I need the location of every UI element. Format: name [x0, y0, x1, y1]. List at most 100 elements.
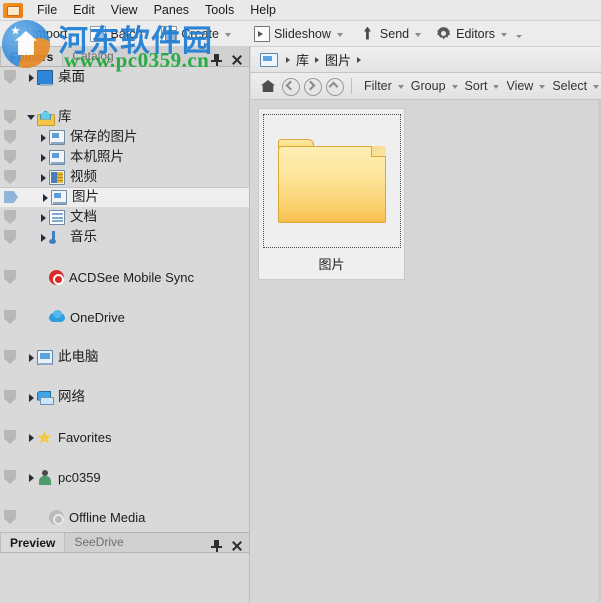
rating-badge-icon[interactable] [4, 170, 16, 184]
tab-folders[interactable]: Folders [0, 46, 64, 66]
rating-badge-icon[interactable] [4, 230, 16, 244]
rating-badge-icon[interactable] [4, 510, 16, 524]
rating-badge-icon[interactable] [4, 470, 16, 484]
send-chevron-down-icon[interactable] [415, 32, 422, 37]
sort-label: Sort [464, 79, 488, 93]
tree-item-label: OneDrive [70, 309, 125, 325]
back-icon[interactable] [280, 76, 300, 96]
tree-item-OneDrive[interactable]: OneDrive [0, 307, 249, 327]
chevron-right-icon[interactable] [26, 352, 37, 363]
menu-bar: File Edit View Panes Tools Help [0, 0, 601, 21]
pin-icon[interactable] [211, 540, 222, 552]
chevron-right-icon[interactable] [26, 472, 37, 483]
view-chevron-down-icon[interactable] [539, 85, 546, 89]
tree-item-桌面[interactable]: 桌面 [0, 67, 249, 87]
chevron-right-icon[interactable] [38, 232, 49, 243]
slideshow-chevron-down-icon[interactable] [336, 32, 343, 37]
send-button[interactable]: Send [356, 22, 424, 46]
home-icon[interactable] [258, 76, 278, 96]
editors-button[interactable]: Editors [432, 22, 510, 46]
chevron-right-icon[interactable] [26, 72, 37, 83]
import-icon [12, 25, 28, 42]
tab-seedrive[interactable]: SeeDrive [65, 533, 132, 552]
rating-badge-icon[interactable] [4, 70, 16, 84]
thumbnail-grid[interactable]: 图片 [251, 100, 601, 602]
slideshow-button[interactable]: Slideshow [250, 22, 346, 46]
sort-button[interactable]: Sort [460, 75, 502, 97]
tab-catalog[interactable]: Catalog [63, 47, 122, 66]
toolbar-overflow-chevron-down-icon[interactable] [516, 35, 523, 38]
rating-badge-icon[interactable] [4, 210, 16, 224]
tree-item-本机照片[interactable]: 本机照片 [0, 147, 249, 167]
tab-preview[interactable]: Preview [0, 532, 66, 552]
tree-item-音乐[interactable]: 音乐 [0, 227, 249, 247]
pin-icon[interactable] [211, 54, 222, 66]
rating-badge-icon[interactable] [4, 191, 18, 203]
tree-item-Offline Media[interactable]: Offline Media [0, 507, 249, 527]
close-icon[interactable] [231, 540, 243, 552]
tree-item-网络[interactable]: 网络 [0, 387, 249, 407]
tree-item-此电脑[interactable]: 此电脑 [0, 347, 249, 367]
select-button[interactable]: Select [547, 75, 601, 97]
list-item[interactable]: 图片 [258, 108, 405, 280]
breadcrumb-segment-pictures[interactable]: 图片 [325, 50, 351, 69]
menu-item-tools[interactable]: Tools [197, 2, 242, 19]
rating-badge-icon[interactable] [4, 430, 16, 444]
chevron-right-icon[interactable] [38, 212, 49, 223]
rating-badge-icon[interactable] [4, 390, 16, 404]
view-button[interactable]: View [501, 75, 547, 97]
create-button[interactable]: Create [157, 22, 234, 46]
chevron-right-icon[interactable] [40, 192, 51, 203]
chevron-right-icon[interactable] [38, 132, 49, 143]
menu-item-view[interactable]: View [103, 2, 146, 19]
editors-chevron-down-icon[interactable] [501, 32, 508, 37]
menu-item-panes[interactable]: Panes [146, 2, 197, 19]
bottom-panel-tab-tools [211, 540, 249, 552]
rating-badge-icon[interactable] [4, 150, 16, 164]
tree-item-视频[interactable]: 视频 [0, 167, 249, 187]
document-icon [49, 209, 65, 225]
tree-item-Favorites[interactable]: Favorites [0, 427, 249, 447]
folder-tree[interactable]: 桌面库保存的图片 本机照片 视频 图片 文档 音乐 ACDSee Mobile Sync On… [0, 67, 249, 531]
menu-item-file[interactable]: File [29, 2, 65, 19]
rating-badge-icon[interactable] [4, 270, 16, 284]
offline-media-icon [49, 509, 64, 525]
filter-button[interactable]: Filter [359, 75, 406, 97]
close-icon[interactable] [231, 54, 243, 66]
tree-item-ACDSee Mobile Sync[interactable]: ACDSee Mobile Sync [0, 267, 249, 287]
create-chevron-down-icon[interactable] [224, 32, 231, 37]
batch-button[interactable]: Batch [86, 22, 145, 46]
tree-item-文档[interactable]: 文档 [0, 207, 249, 227]
sort-chevron-down-icon[interactable] [493, 85, 500, 89]
up-icon[interactable] [324, 76, 344, 96]
rating-badge-icon[interactable] [4, 350, 16, 364]
forward-icon[interactable] [302, 76, 322, 96]
filter-chevron-down-icon[interactable] [397, 85, 404, 89]
breadcrumb-segment-library[interactable]: 库 [296, 50, 309, 69]
chevron-right-icon[interactable] [26, 392, 37, 403]
video-icon [49, 169, 65, 185]
tree-item-库[interactable]: 库 [0, 107, 249, 127]
menu-item-edit[interactable]: Edit [65, 2, 103, 19]
group-chevron-down-icon[interactable] [451, 85, 458, 89]
tree-item-图片[interactable]: 图片 [0, 187, 249, 207]
chevron-right-icon[interactable] [26, 432, 37, 443]
select-chevron-down-icon[interactable] [593, 85, 600, 89]
chevron-down-icon[interactable] [26, 112, 37, 123]
rating-badge-icon[interactable] [4, 110, 16, 124]
rating-badge-icon[interactable] [4, 310, 16, 324]
chevron-right-icon[interactable] [38, 152, 49, 163]
menu-item-help[interactable]: Help [242, 2, 284, 19]
import-button[interactable]: Import [8, 22, 70, 46]
rating-badge-icon[interactable] [4, 130, 16, 144]
batch-icon [90, 25, 107, 42]
chevron-right-icon[interactable] [38, 172, 49, 183]
pictures-icon [49, 129, 65, 145]
computer-icon[interactable] [260, 52, 278, 67]
group-button[interactable]: Group [406, 75, 460, 97]
tree-item-保存的图片[interactable]: 保存的图片 [0, 127, 249, 147]
group-label: Group [410, 79, 446, 93]
breadcrumb-dropdown-icon[interactable] [357, 56, 362, 63]
tree-item-pc0359[interactable]: pc0359 [0, 467, 249, 487]
